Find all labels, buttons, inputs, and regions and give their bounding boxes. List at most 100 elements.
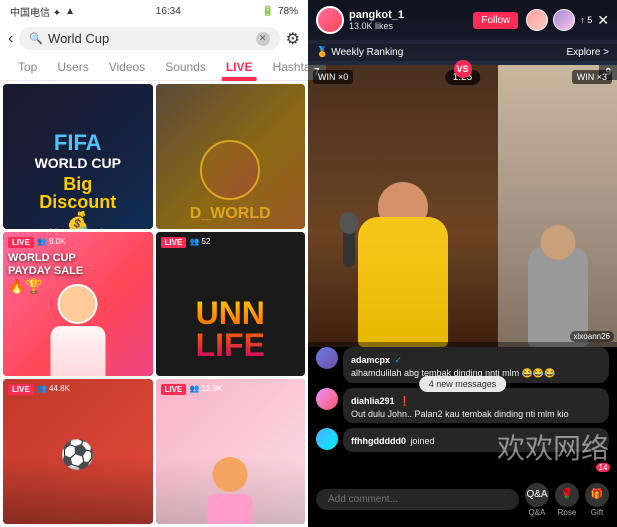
win-badge-left: WIN ×0 bbox=[313, 70, 353, 84]
close-button[interactable]: ✕ bbox=[597, 12, 609, 29]
streamer-likes: 13.0K likes bbox=[349, 21, 473, 31]
streamer-avatar bbox=[316, 6, 344, 34]
back-button[interactable]: ‹ bbox=[8, 30, 13, 48]
grid-item-3[interactable]: WORLD CUP PAYDAY SALE 🔥🏆 LIVE 👥 8.0K der… bbox=[3, 232, 153, 377]
main-body bbox=[358, 217, 448, 347]
comment-input[interactable] bbox=[316, 489, 519, 510]
gift-label: Gift bbox=[591, 508, 603, 517]
main-figure-wrap bbox=[308, 65, 498, 347]
thumbnail-2: D_WORLD bbox=[156, 84, 306, 229]
tab-top[interactable]: Top bbox=[8, 54, 47, 80]
comment-verified-1: ✓ bbox=[394, 355, 402, 365]
tab-hashtags[interactable]: Hashtags bbox=[263, 54, 308, 80]
grid-item-6[interactable]: LIVE 👥 13.9K bbox=[156, 379, 306, 524]
viewer-count-4: 👥 52 bbox=[190, 237, 211, 246]
qa-label: Q&A bbox=[529, 508, 546, 517]
side-stream: xixoann26 bbox=[498, 65, 617, 347]
comment-username-2: diahlia291 bbox=[351, 396, 395, 406]
explore-button[interactable]: Explore > bbox=[566, 47, 609, 58]
main-stream bbox=[308, 65, 498, 347]
wifi-icon: ▲ bbox=[65, 6, 75, 17]
thumbnail-3: WORLD CUP PAYDAY SALE 🔥🏆 bbox=[3, 232, 153, 377]
status-left: 中国电信 ✦ ▲ bbox=[10, 4, 75, 19]
streamer-name: pangkot_1 bbox=[349, 9, 473, 21]
search-icon: 🔍 bbox=[29, 32, 43, 45]
left-panel: 中国电信 ✦ ▲ 16:34 🔋 78% ‹ 🔍 World Cup ✕ ⚙ T… bbox=[0, 0, 308, 527]
viewer-icon: 👥 bbox=[37, 237, 47, 246]
right-panel: xixoann26 7 9 WIN ×0 WIN ×3 1:25 VS pang… bbox=[308, 0, 617, 527]
rose-action[interactable]: 🌹 Rose bbox=[555, 483, 579, 517]
live-badge-5: LIVE bbox=[8, 384, 34, 395]
viewer-icon3: 👥 bbox=[37, 384, 47, 393]
viewer-count-5: 👥 44.8K bbox=[37, 384, 70, 393]
tab-sounds[interactable]: Sounds bbox=[155, 54, 216, 80]
carrier-text: 中国电信 ✦ bbox=[10, 4, 61, 19]
qa-icon: Q&A bbox=[525, 483, 549, 507]
viewer-count-6: 👥 13.9K bbox=[190, 384, 223, 393]
viewer-avatar-1 bbox=[526, 9, 548, 31]
tab-live[interactable]: LIVE bbox=[216, 54, 263, 80]
comment-avatar-3 bbox=[316, 428, 338, 450]
comment-text-2: Out dulu John.. Palan2 kau tembak dindin… bbox=[351, 409, 601, 421]
item-title-4: FIFA World Cup Menang PHONE bbox=[156, 372, 306, 376]
search-bar: ‹ 🔍 World Cup ✕ ⚙ bbox=[0, 23, 308, 54]
new-messages-pill[interactable]: 4 new messages bbox=[419, 376, 507, 392]
status-bar: 中国电信 ✦ ▲ 16:34 🔋 78% bbox=[0, 0, 308, 23]
microphone bbox=[343, 227, 355, 267]
weekly-ranking-bar: 🏅 Weekly Ranking Explore > bbox=[308, 44, 617, 61]
comment-text-3: joined bbox=[410, 436, 434, 446]
comment-username-1: adamcpx bbox=[351, 355, 390, 365]
live-top-bar: pangkot_1 13.0K likes Follow ↑ 5 ✕ bbox=[308, 0, 617, 40]
live-badge-6: LIVE bbox=[161, 384, 187, 395]
search-query: World Cup bbox=[48, 31, 251, 46]
grid-item-2[interactable]: D_WORLD D_WORLD d_world39 bbox=[156, 84, 306, 229]
viewer-count-3: 👥 8.0K bbox=[37, 237, 65, 246]
clock: 16:34 bbox=[156, 6, 181, 17]
follow-button[interactable]: Follow bbox=[473, 12, 518, 29]
status-right: 🔋 78% bbox=[262, 6, 298, 17]
live-grid: FIFA WORLD CUP Big Discount 💰 FIFA World… bbox=[0, 81, 308, 527]
thumbnail-5: ⚽ bbox=[3, 379, 153, 524]
streamer-info: pangkot_1 13.0K likes bbox=[349, 9, 473, 31]
tab-videos[interactable]: Videos bbox=[99, 54, 155, 80]
bottom-bar: Q&A Q&A 🌹 Rose 🎁 Gift 14 bbox=[308, 472, 617, 527]
battery-icon: 🔋 bbox=[262, 6, 274, 17]
thumbnail-4: UNNLIFE bbox=[156, 232, 306, 377]
rose-icon: 🌹 bbox=[555, 483, 579, 507]
tab-bar: Top Users Videos Sounds LIVE Hashtags bbox=[0, 54, 308, 81]
viewer-num: ↑ 5 bbox=[580, 15, 592, 25]
thumbnail-1: FIFA WORLD CUP Big Discount 💰 bbox=[3, 84, 153, 229]
viewer-icon4: 👥 bbox=[190, 384, 200, 393]
grid-item-5[interactable]: ⚽ LIVE 👥 44.8K bbox=[3, 379, 153, 524]
side-head bbox=[540, 225, 575, 260]
comment-avatar-1 bbox=[316, 347, 338, 369]
win-badge-right: WIN ×3 bbox=[572, 70, 612, 84]
top-right-icons: ↑ 5 ✕ bbox=[526, 9, 609, 31]
viewer-avatar-2 bbox=[553, 9, 575, 31]
grid-item-1[interactable]: FIFA WORLD CUP Big Discount 💰 FIFA World… bbox=[3, 84, 153, 229]
qa-action[interactable]: Q&A Q&A bbox=[525, 483, 549, 517]
comment-row-2: diahlia291 ❗ Out dulu John.. Palan2 kau … bbox=[316, 388, 609, 424]
comment-bubble-2: diahlia291 ❗ Out dulu John.. Palan2 kau … bbox=[343, 388, 609, 424]
grid-item-4[interactable]: UNNLIFE LIVE 👥 52 FIFA World Cup Menang … bbox=[156, 232, 306, 377]
item-title-1: FIFA World Cup🌏 Big Discount💰 bbox=[3, 224, 153, 228]
live-badge-4: LIVE bbox=[161, 237, 187, 248]
split-overlay: xixoann26 bbox=[308, 65, 617, 347]
comment-verified-2: ❗ bbox=[399, 396, 410, 406]
mic-head bbox=[340, 212, 358, 234]
side-username-tag: xixoann26 bbox=[570, 331, 614, 342]
battery-text: 78% bbox=[278, 6, 298, 17]
ranking-text: 🏅 Weekly Ranking bbox=[316, 47, 403, 58]
clear-icon[interactable]: ✕ bbox=[256, 32, 270, 46]
gift-action[interactable]: 🎁 Gift 14 bbox=[585, 483, 609, 517]
search-input-wrap[interactable]: 🔍 World Cup ✕ bbox=[19, 27, 279, 50]
rose-label: Rose bbox=[558, 508, 577, 517]
filter-icon[interactable]: ⚙ bbox=[286, 29, 300, 49]
tab-users[interactable]: Users bbox=[47, 54, 98, 80]
vs-badge: VS bbox=[454, 60, 472, 78]
watermark: 欢欢网络 bbox=[497, 427, 609, 467]
thumbnail-6 bbox=[156, 379, 306, 524]
comment-avatar-2 bbox=[316, 388, 338, 410]
gift-icon: 🎁 bbox=[585, 483, 609, 507]
live-badge-3: LIVE bbox=[8, 237, 34, 248]
